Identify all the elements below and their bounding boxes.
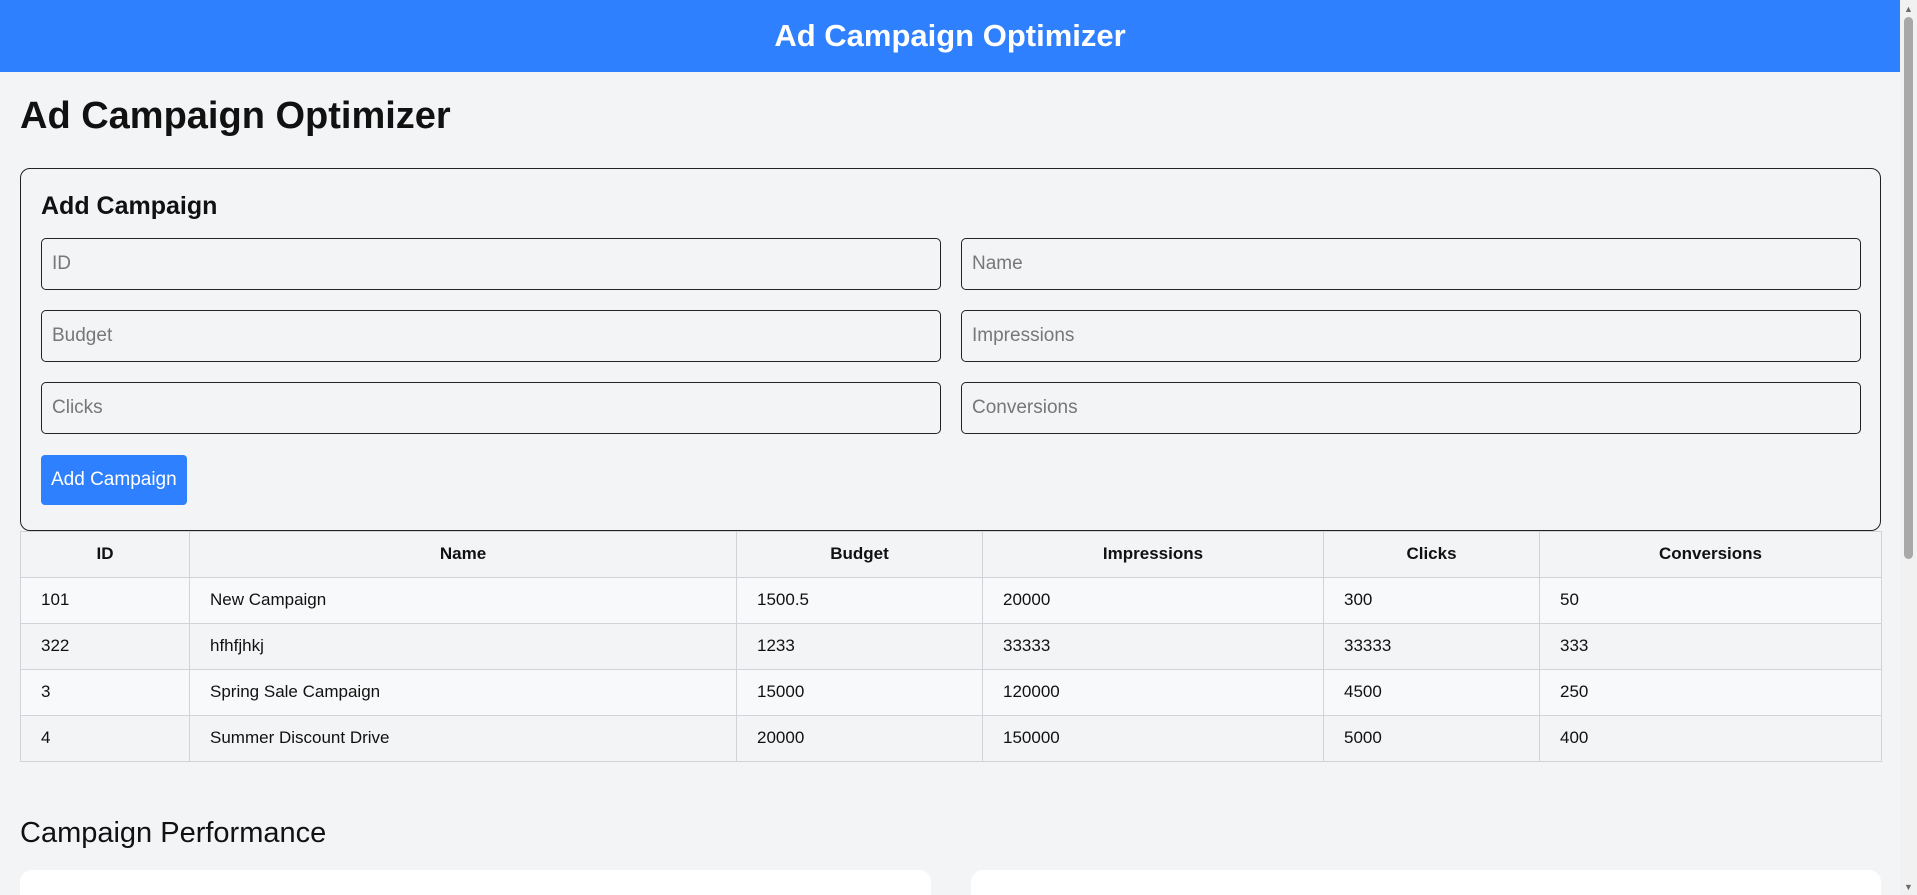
cell-id: 101 — [20, 576, 190, 624]
cell-impressions: 120000 — [982, 668, 1324, 716]
cell-id: 3 — [20, 668, 190, 716]
cell-name: New Campaign — [189, 576, 737, 624]
form-grid — [41, 237, 1861, 434]
performance-title: Campaign Performance — [20, 816, 327, 849]
vertical-scrollbar[interactable]: ▲ ▼ — [1900, 0, 1917, 895]
cell-id: 4 — [20, 714, 190, 762]
column-header-budget: Budget — [736, 530, 983, 578]
table-row: 101 New Campaign 1500.5 20000 300 50 — [20, 576, 1882, 624]
cell-conversions: 400 — [1539, 714, 1882, 762]
cell-impressions: 33333 — [982, 622, 1324, 670]
cell-id: 322 — [20, 622, 190, 670]
conversions-input[interactable] — [961, 381, 1861, 434]
cell-budget: 15000 — [736, 668, 983, 716]
cell-conversions: 50 — [1539, 576, 1882, 624]
page-title: Ad Campaign Optimizer — [20, 95, 451, 137]
impressions-input[interactable] — [961, 309, 1861, 362]
scroll-up-arrow-icon[interactable]: ▲ — [1900, 0, 1917, 17]
form-title: Add Campaign — [41, 191, 218, 220]
column-header-conversions: Conversions — [1539, 530, 1882, 578]
table-row: 322 hfhfjhkj 1233 33333 33333 333 — [20, 622, 1882, 670]
chart-card — [970, 870, 1881, 895]
cell-name: Spring Sale Campaign — [189, 668, 737, 716]
app-page: Ad Campaign Optimizer Ad Campaign Optimi… — [0, 0, 1917, 895]
header-title: Ad Campaign Optimizer — [774, 18, 1126, 53]
campaigns-table: ID Name Budget Impressions Clicks Conver… — [20, 530, 1882, 762]
cell-name: hfhfjhkj — [189, 622, 737, 670]
performance-charts — [20, 870, 1881, 895]
cell-conversions: 333 — [1539, 622, 1882, 670]
chart-card — [20, 870, 931, 895]
scroll-down-arrow-icon[interactable]: ▼ — [1900, 878, 1917, 895]
cell-name: Summer Discount Drive — [189, 714, 737, 762]
cell-conversions: 250 — [1539, 668, 1882, 716]
cell-clicks: 5000 — [1323, 714, 1540, 762]
name-input[interactable] — [961, 237, 1861, 290]
table-header-row: ID Name Budget Impressions Clicks Conver… — [20, 530, 1882, 578]
cell-impressions: 20000 — [982, 576, 1324, 624]
cell-budget: 1233 — [736, 622, 983, 670]
clicks-input[interactable] — [41, 381, 941, 434]
add-campaign-form: Add Campaign Add Campaign — [20, 167, 1881, 531]
column-header-name: Name — [189, 530, 737, 578]
cell-budget: 20000 — [736, 714, 983, 762]
cell-impressions: 150000 — [982, 714, 1324, 762]
column-header-id: ID — [20, 530, 190, 578]
table-row: 4 Summer Discount Drive 20000 150000 500… — [20, 714, 1882, 762]
scrollbar-thumb[interactable] — [1904, 17, 1913, 559]
cell-clicks: 33333 — [1323, 622, 1540, 670]
cell-clicks: 4500 — [1323, 668, 1540, 716]
top-header: Ad Campaign Optimizer — [0, 0, 1900, 72]
budget-input[interactable] — [41, 309, 941, 362]
table-row: 3 Spring Sale Campaign 15000 120000 4500… — [20, 668, 1882, 716]
cell-clicks: 300 — [1323, 576, 1540, 624]
main-content: Ad Campaign Optimizer Add Campaign Add C… — [20, 72, 1882, 895]
id-input[interactable] — [41, 237, 941, 290]
cell-budget: 1500.5 — [736, 576, 983, 624]
column-header-impressions: Impressions — [982, 530, 1324, 578]
column-header-clicks: Clicks — [1323, 530, 1540, 578]
add-campaign-button[interactable]: Add Campaign — [41, 454, 187, 505]
